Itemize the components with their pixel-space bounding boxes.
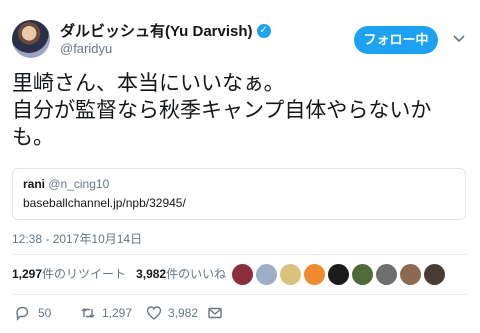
- display-name[interactable]: ダルビッシュ有(Yu Darvish) ✓: [60, 20, 271, 41]
- profile-avatar[interactable]: [12, 20, 50, 58]
- engagement-stats: 1,297件のリツイート 3,982件のいいね: [12, 265, 226, 282]
- like-action[interactable]: 3,982: [146, 305, 198, 321]
- avatar-red-figure[interactable]: [232, 264, 253, 285]
- retweet-icon[interactable]: [80, 305, 96, 321]
- avatar-grey[interactable]: [376, 264, 397, 285]
- avatar-orange-badge[interactable]: [304, 264, 325, 285]
- quoted-user-handle: @n_cing10: [48, 177, 110, 191]
- divider: [12, 254, 468, 255]
- avatar-green[interactable]: [352, 264, 373, 285]
- like-count[interactable]: 3,982: [136, 267, 166, 281]
- tweet-line: 自分が監督なら秋季キャンプ自体やらないか: [12, 99, 432, 122]
- avatar-cartoon[interactable]: [256, 264, 277, 285]
- quoted-tweet-card[interactable]: rani @n_cing10 baseballchannel.jp/npb/32…: [12, 168, 466, 220]
- heart-icon[interactable]: [146, 305, 162, 321]
- avatar-brown[interactable]: [400, 264, 421, 285]
- avatar-person[interactable]: [424, 264, 445, 285]
- verified-badge-icon: ✓: [256, 24, 271, 39]
- retweet-count[interactable]: 1,297: [12, 267, 42, 281]
- tweet-line: も。: [12, 126, 54, 149]
- following-button[interactable]: フォロー中: [354, 26, 438, 54]
- tweet-timestamp[interactable]: 12:38 - 2017年10月14日: [12, 230, 142, 247]
- quoted-user-name: rani: [23, 177, 46, 191]
- reply-icon[interactable]: [14, 305, 30, 321]
- retweet-action[interactable]: 1,297: [80, 305, 132, 321]
- tweet-text: 里崎さん、本当にいいなぁ。 自分が監督なら秋季キャンプ自体やらないか も。: [12, 70, 472, 151]
- chevron-down-icon[interactable]: [452, 32, 466, 46]
- like-action-count: 3,982: [168, 306, 199, 320]
- envelope-icon[interactable]: [207, 305, 223, 321]
- user-handle[interactable]: @faridyu: [60, 41, 112, 56]
- retweet-label[interactable]: 件のリツイート: [42, 267, 126, 281]
- tweet-line: 里崎さん、本当にいいなぁ。: [12, 72, 285, 95]
- reply-action[interactable]: 50: [14, 305, 51, 321]
- avatar-illustration[interactable]: [280, 264, 301, 285]
- like-label[interactable]: 件のいいね: [166, 267, 226, 281]
- message-action[interactable]: [207, 305, 223, 321]
- quoted-link[interactable]: baseballchannel.jp/npb/32945/: [23, 196, 186, 210]
- divider: [12, 294, 468, 295]
- display-name-text[interactable]: ダルビッシュ有(Yu Darvish): [60, 23, 253, 40]
- reply-count: 50: [38, 306, 52, 320]
- retweet-action-count: 1,297: [102, 306, 133, 320]
- avatar-dark[interactable]: [328, 264, 349, 285]
- quoted-user: rani @n_cing10: [23, 177, 109, 191]
